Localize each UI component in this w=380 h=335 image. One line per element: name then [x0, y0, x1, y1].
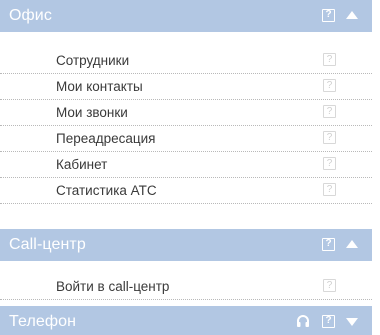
section-header-phone[interactable]: Телефон ?: [0, 306, 372, 335]
menu-item-call-forwarding[interactable]: Переадресация ?: [0, 126, 372, 152]
section-title-office: Офис: [9, 7, 52, 24]
section-title-call-center: Call-центр: [9, 236, 86, 253]
menu-item-label: Сотрудники: [56, 53, 130, 68]
collapse-arrow-icon[interactable]: [345, 237, 359, 251]
menu-item-my-contacts[interactable]: Мои контакты ?: [0, 74, 372, 100]
help-icon[interactable]: ?: [323, 131, 336, 144]
menu-item-label: Переадресация: [56, 131, 156, 146]
expand-arrow-icon[interactable]: [345, 314, 359, 328]
section-title-phone: Телефон: [9, 313, 77, 330]
help-icon[interactable]: ?: [322, 9, 335, 22]
help-icon[interactable]: ?: [323, 183, 336, 196]
section-header-office[interactable]: Офис ?: [0, 0, 372, 32]
collapse-arrow-icon[interactable]: [345, 8, 359, 22]
menu-item-label: Мои звонки: [56, 105, 128, 120]
help-icon[interactable]: ?: [323, 79, 336, 92]
help-icon[interactable]: ?: [322, 315, 335, 328]
menu-item-enter-call-center[interactable]: Войти в call-центр ?: [0, 274, 372, 300]
menu-item-label: Мои контакты: [56, 79, 143, 94]
menu-item-my-calls[interactable]: Мои звонки ?: [0, 100, 372, 126]
help-icon[interactable]: ?: [323, 53, 336, 66]
headset-icon[interactable]: [296, 314, 310, 328]
menu-item-pbx-statistics[interactable]: Статистика АТС ?: [0, 178, 372, 204]
menu-item-label: Кабинет: [56, 157, 108, 172]
help-icon[interactable]: ?: [322, 238, 335, 251]
menu-item-label: Войти в call-центр: [56, 279, 170, 294]
help-icon[interactable]: ?: [323, 279, 336, 292]
section-header-call-center[interactable]: Call-центр ?: [0, 229, 372, 261]
menu-item-label: Статистика АТС: [56, 183, 157, 198]
navigation-panel: Офис ? Сотрудники ? Мои контакты ? Мои з…: [0, 0, 372, 335]
help-icon[interactable]: ?: [323, 105, 336, 118]
help-icon[interactable]: ?: [323, 157, 336, 170]
menu-item-cabinet[interactable]: Кабинет ?: [0, 152, 372, 178]
menu-item-employees[interactable]: Сотрудники ?: [0, 48, 372, 74]
